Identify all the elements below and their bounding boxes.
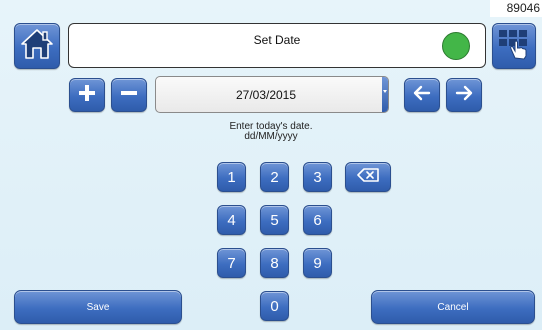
minus-icon bbox=[120, 84, 138, 107]
date-input[interactable]: 27/03/2015 bbox=[155, 76, 389, 113]
save-button[interactable]: Save bbox=[14, 290, 182, 324]
chevron-down-icon bbox=[383, 90, 387, 93]
keypad-mode-button[interactable] bbox=[492, 23, 536, 69]
key-1[interactable]: 1 bbox=[217, 162, 246, 192]
plus-icon bbox=[78, 84, 96, 107]
key-label: 3 bbox=[313, 168, 322, 186]
key-3[interactable]: 3 bbox=[303, 162, 332, 192]
keypad-hand-icon bbox=[497, 27, 531, 66]
home-button[interactable] bbox=[14, 23, 60, 69]
key-label: 6 bbox=[313, 211, 322, 229]
key-7[interactable]: 7 bbox=[217, 248, 246, 278]
key-label: 7 bbox=[227, 254, 236, 272]
cancel-button-label: Cancel bbox=[437, 301, 469, 313]
date-value: 27/03/2015 bbox=[235, 88, 297, 102]
date-format-text: dd/MM/yyyy bbox=[244, 131, 298, 142]
screen-id: 89046 bbox=[490, 0, 542, 17]
key-label: 8 bbox=[270, 254, 279, 272]
save-button-label: Save bbox=[86, 301, 110, 313]
page-title: Set Date bbox=[253, 33, 301, 47]
title-bar: Set Date bbox=[68, 23, 486, 68]
cursor-right-button[interactable] bbox=[446, 78, 482, 112]
date-dropdown-toggle[interactable] bbox=[382, 77, 388, 112]
status-indicator bbox=[442, 32, 470, 60]
increment-button[interactable] bbox=[69, 78, 105, 112]
arrow-right-icon bbox=[455, 85, 473, 106]
key-2[interactable]: 2 bbox=[260, 162, 289, 192]
key-5[interactable]: 5 bbox=[260, 205, 289, 235]
key-4[interactable]: 4 bbox=[217, 205, 246, 235]
key-label: 9 bbox=[313, 254, 322, 272]
cursor-left-button[interactable] bbox=[404, 78, 440, 112]
key-label: 0 bbox=[270, 297, 279, 315]
cancel-button[interactable]: Cancel bbox=[371, 290, 535, 324]
home-icon bbox=[20, 28, 54, 65]
key-9[interactable]: 9 bbox=[303, 248, 332, 278]
key-label: 2 bbox=[270, 168, 279, 186]
backspace-button[interactable] bbox=[345, 162, 391, 192]
key-6[interactable]: 6 bbox=[303, 205, 332, 235]
key-8[interactable]: 8 bbox=[260, 248, 289, 278]
arrow-left-icon bbox=[413, 85, 431, 106]
decrement-button[interactable] bbox=[111, 78, 147, 112]
key-label: 1 bbox=[227, 168, 236, 186]
key-label: 5 bbox=[270, 211, 279, 229]
key-label: 4 bbox=[227, 211, 236, 229]
key-0[interactable]: 0 bbox=[260, 291, 289, 321]
backspace-icon bbox=[357, 167, 379, 187]
